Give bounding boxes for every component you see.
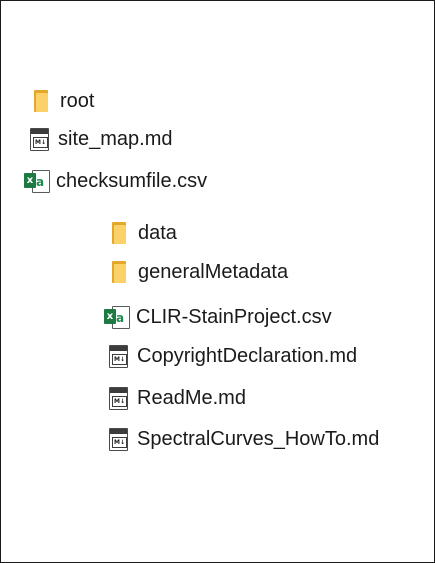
markdown-file-icon: M↓ [30, 128, 49, 151]
tree-item-label: CopyrightDeclaration.md [137, 345, 358, 367]
tree-item-label: data [138, 222, 177, 244]
tree-item-checksumfile[interactable]: a x checksumfile.csv [24, 168, 207, 194]
file-tree-panel: root M↓ site_map.md a x checksumfile.csv… [0, 0, 435, 563]
tree-item-label: site_map.md [58, 128, 173, 150]
excel-file-icon: a x [104, 306, 130, 329]
tree-item-data-folder[interactable]: data [112, 220, 177, 246]
tree-item-label: generalMetadata [138, 261, 289, 283]
markdown-file-icon: M↓ [109, 345, 128, 368]
markdown-file-icon: M↓ [109, 428, 128, 451]
folder-icon [34, 90, 48, 112]
tree-item-label: SpectralCurves_HowTo.md [137, 428, 380, 450]
tree-item-site-map-file[interactable]: M↓ site_map.md [30, 126, 173, 152]
tree-item-spectralcurves-howto[interactable]: M↓ SpectralCurves_HowTo.md [109, 426, 379, 452]
tree-item-root-folder[interactable]: root [34, 88, 94, 114]
tree-item-label: CLIR-StainProject.csv [136, 306, 332, 328]
tree-item-copyrightdeclaration[interactable]: M↓ CopyrightDeclaration.md [109, 343, 357, 369]
excel-file-icon: a x [24, 170, 50, 193]
tree-item-clir-stainproject[interactable]: a x CLIR-StainProject.csv [104, 304, 332, 330]
tree-item-label: ReadMe.md [137, 387, 246, 409]
tree-item-generalmetadata-folder[interactable]: generalMetadata [112, 259, 288, 285]
tree-item-label: checksumfile.csv [56, 170, 208, 192]
markdown-file-icon: M↓ [109, 387, 128, 410]
tree-item-readme[interactable]: M↓ ReadMe.md [109, 385, 246, 411]
folder-icon [112, 261, 126, 283]
folder-icon [112, 222, 126, 244]
tree-item-label: root [60, 90, 95, 112]
